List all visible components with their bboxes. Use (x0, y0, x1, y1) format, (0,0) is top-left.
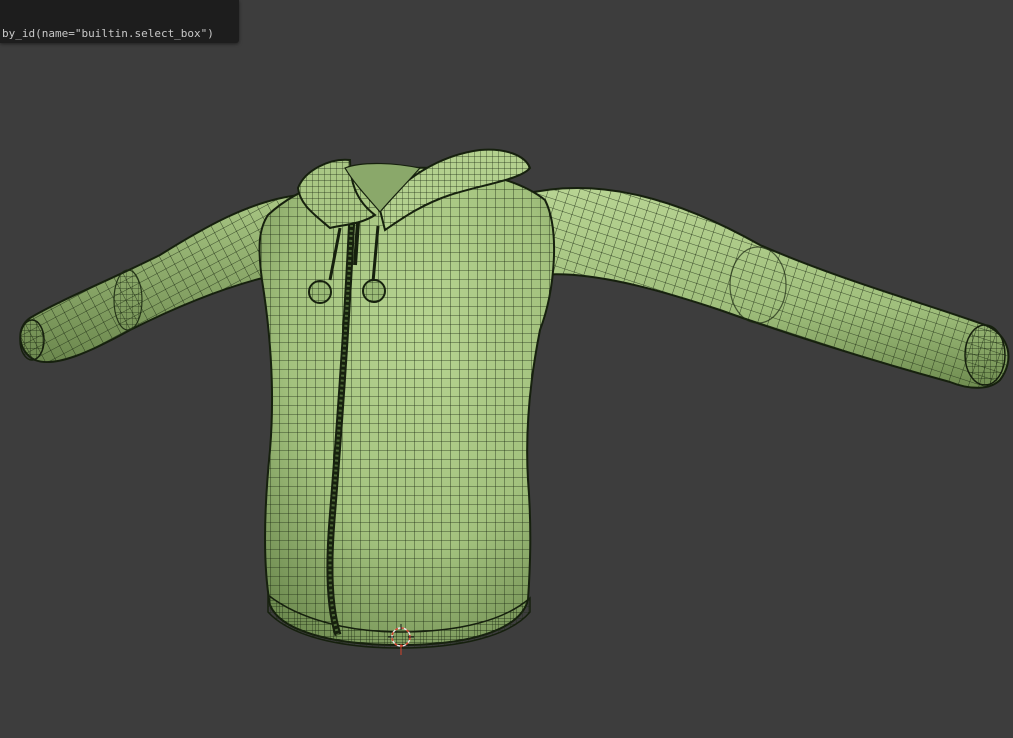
python-tooltip: by_id(name="builtin.select_box") (0, 0, 239, 43)
right-sleeve[interactable] (518, 187, 1010, 389)
tooltip-python-text: by_id(name="builtin.select_box") (2, 27, 214, 40)
jacket-mesh-render[interactable] (0, 0, 1013, 738)
jacket-torso[interactable] (258, 166, 556, 649)
3d-viewport[interactable]: by_id(name="builtin.select_box") (0, 0, 1013, 738)
left-sleeve[interactable] (19, 193, 302, 364)
